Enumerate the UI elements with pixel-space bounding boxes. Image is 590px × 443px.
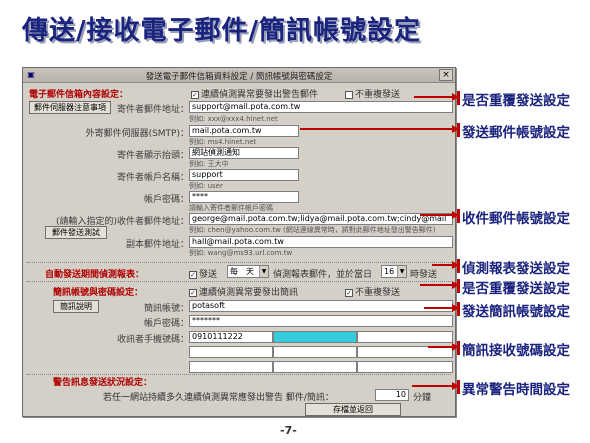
sender-account-input[interactable]: support (189, 169, 299, 181)
annotation-arrow (300, 125, 459, 133)
annotation-recipient: 收件郵件帳號設定 (457, 207, 570, 227)
checkbox-empty-icon (345, 90, 353, 99)
sender-account-hint: 例如: user (189, 182, 223, 190)
page-number: -7- (280, 424, 297, 437)
cc-hint: 例如: wang@ms93.url.com.tw (189, 249, 293, 257)
display-title-hint: 例如: 王大中 (189, 160, 229, 168)
annotation-arrow (424, 304, 459, 312)
smtp-input[interactable]: mail.pota.com.tw (189, 125, 299, 137)
sms-password-label: 帳戶密碼： (143, 319, 189, 329)
sms-section-heading: 簡訊帳號與密碼設定： (53, 288, 144, 298)
sms-warn-checkbox[interactable]: ✓ 連續偵測異常要發出簡訊 (189, 285, 298, 298)
checkbox-checked-icon: ✓ (345, 288, 353, 297)
annotation-repeat-email: 是否重覆發送設定 (457, 89, 570, 109)
phone-input[interactable] (273, 331, 357, 343)
phone-input[interactable] (357, 361, 453, 373)
email-password-label: 帳戶密碼： (143, 195, 189, 205)
report-hour-value: 16 (384, 267, 395, 276)
annotation-arrow (412, 382, 459, 390)
window-titlebar: ▣ 發送電子郵件信箱資料設定 / 簡訊帳號與密碼設定 × (23, 68, 455, 83)
annotation-send-account: 發送郵件帳號設定 (457, 121, 570, 141)
report-suffix-text: 時發送 (410, 270, 438, 280)
report-frequency-value: 每 天 (230, 267, 254, 276)
sms-norepeat-checkbox[interactable]: ✓ 不重複發送 (345, 285, 400, 298)
sms-warn-checkbox-label: 連續偵測異常要發出簡訊 (199, 288, 299, 298)
section-divider (27, 281, 451, 282)
sender-hint: 例如: xxx@xxx4.hinet.net (189, 115, 278, 123)
checkbox-checked-icon: ✓ (191, 90, 199, 99)
annotation-arrow (414, 93, 459, 101)
display-title-input[interactable]: 網站偵測通知 (189, 147, 299, 159)
email-norepeat-checkbox-label: 不重複發送 (355, 90, 401, 100)
annotation-alert-time: 異常警告時間設定 (457, 378, 570, 398)
sms-account-input[interactable]: potasoft (189, 300, 453, 312)
checkbox-checked-icon: ✓ (189, 270, 197, 279)
annotation-sms-account: 發送簡訊帳號設定 (457, 300, 570, 320)
mail-server-notes-button[interactable]: 郵件伺服器注意事項 (29, 101, 111, 114)
report-send-checkbox[interactable]: ✓ 發送 (189, 267, 217, 280)
email-warn-checkbox[interactable]: ✓ 連續偵測異常要發出警告郵件 (191, 87, 318, 100)
report-send-checkbox-label: 發送 (199, 270, 218, 280)
slide-title: 傳送/接收電子郵件/簡訊帳號設定 (22, 16, 421, 46)
alert-minutes-input[interactable]: 10 (375, 389, 409, 401)
chevron-down-icon: ▼ (259, 266, 268, 277)
recipient-hint: 例如: chen@yahoo.com.tw (網站連線異常時，將對此郵件地址發出… (189, 226, 436, 234)
annotation-report: 偵測報表發送設定 (457, 257, 570, 277)
phone-input[interactable] (273, 346, 357, 358)
phone-input[interactable] (189, 346, 273, 358)
sms-phones-label: 收訊者手機號碼： (116, 335, 189, 345)
alert-desc: 若任一網站持續多久連續偵測異常應發出警告 郵件/簡訊： (103, 393, 334, 403)
annotation-sms-phones: 簡訊接收號碼設定 (457, 339, 570, 359)
email-norepeat-checkbox[interactable]: 不重複發送 (345, 87, 400, 100)
phone-input[interactable]: 0910111222 (189, 331, 273, 343)
save-and-return-button[interactable]: 存檔並返回 (305, 403, 401, 416)
section-divider (27, 262, 451, 263)
annotation-repeat-sms: 是否重覆發送設定 (457, 277, 570, 297)
smtp-label: 外寄郵件伺服器(SMTP)： (85, 129, 189, 139)
sms-password-input[interactable]: ******* (189, 315, 453, 327)
report-middle-text: 偵測報表郵件，並於當日 (273, 270, 373, 280)
sms-norepeat-checkbox-label: 不重複發送 (355, 288, 401, 298)
report-hour-select[interactable]: 16 ▼ (381, 265, 407, 278)
checkbox-checked-icon: ✓ (189, 288, 197, 297)
cc-input[interactable]: hall@mail.pota.com.tw (189, 236, 453, 248)
annotation-arrow (420, 281, 459, 289)
settings-window: ▣ 發送電子郵件信箱資料設定 / 簡訊帳號與密碼設定 × 電子郵件信箱內容設定：… (22, 67, 456, 417)
window-title: 發送電子郵件信箱資料設定 / 簡訊帳號與密碼設定 (145, 72, 333, 82)
sender-label: 寄件者郵件地址： (116, 105, 189, 115)
email-warn-checkbox-label: 連續偵測異常要發出警告郵件 (201, 90, 319, 100)
email-password-input[interactable]: **** (189, 191, 299, 203)
annotation-arrow (420, 211, 459, 219)
alert-section-heading: 警告訊息發送狀況設定： (53, 378, 153, 388)
sender-email-input[interactable]: support@mail.pota.com.tw (189, 101, 453, 113)
close-button[interactable]: × (439, 69, 453, 81)
phone-input[interactable] (357, 331, 453, 343)
chevron-down-icon: ▼ (397, 266, 406, 277)
phone-input[interactable] (189, 361, 273, 373)
sender-account-label: 寄件者帳戶名稱： (116, 173, 189, 183)
report-frequency-select[interactable]: 每 天 ▼ (227, 265, 269, 278)
smtp-hint: 例如: ms4.hinet.net (189, 138, 257, 146)
sms-account-label: 簡訊帳號： (143, 304, 189, 314)
annotation-arrow (432, 261, 459, 269)
display-title-label: 寄件者顯示抬頭： (116, 151, 189, 161)
report-section-heading: 自動發送期間偵測報表： (45, 270, 145, 280)
phone-input[interactable] (273, 361, 357, 373)
recipient-input[interactable]: george@mail.pota.com.tw;lidya@mail.pota.… (189, 213, 453, 225)
cc-label: 副本郵件地址： (125, 240, 189, 250)
alert-unit: 分鐘 (413, 393, 432, 403)
email-password-hint: 請輸入寄件者郵件帳戶密碼 (189, 204, 273, 212)
annotation-arrow (428, 343, 459, 351)
email-section-heading: 電子郵件信箱內容設定： (29, 90, 129, 100)
